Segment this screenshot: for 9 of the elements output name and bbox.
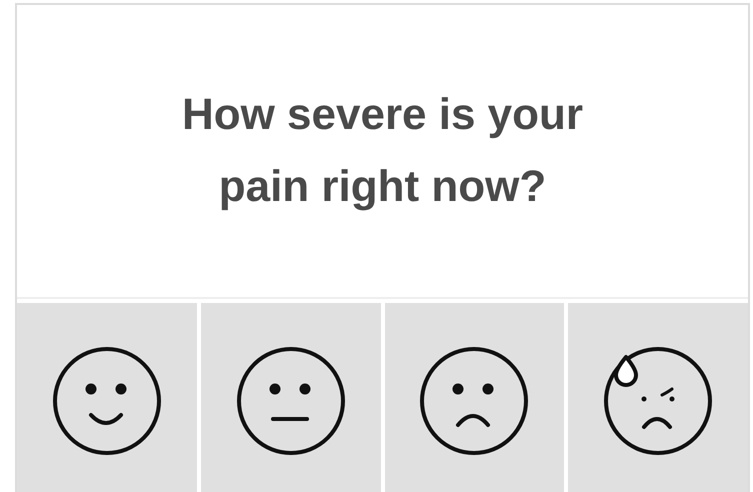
- neutral-face-icon: [234, 345, 347, 457]
- pain-option-button[interactable]: [200, 303, 380, 492]
- pain-option-button[interactable]: [17, 303, 197, 492]
- question-text: How severe is your pain right now?: [180, 89, 584, 213]
- sad-face-icon: [418, 345, 530, 457]
- sweating-sad-face-icon: [602, 345, 714, 457]
- smiling-face-icon: [50, 345, 163, 457]
- pain-option-button[interactable]: [384, 303, 564, 492]
- pain-option-button[interactable]: [568, 303, 748, 492]
